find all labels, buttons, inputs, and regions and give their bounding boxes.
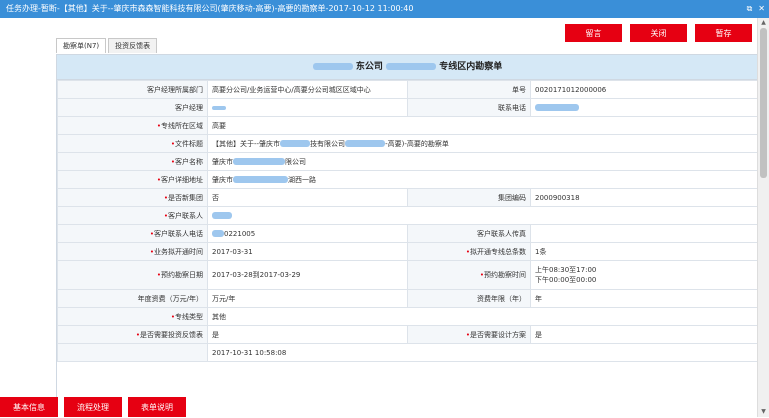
survey-date-value: 2017-03-28到2017-03-29 bbox=[207, 260, 408, 290]
table-row: •专线所在区域 高要 bbox=[57, 116, 758, 135]
redacted-text bbox=[212, 212, 232, 219]
table-row: 客户经理所属部门 高要分公司/业务运营中心/高要分公司城区区域中心 单号 002… bbox=[57, 80, 758, 99]
new-group-label: •是否新集团 bbox=[57, 188, 208, 207]
customer-name-value: 肇庆市 限公司 bbox=[207, 152, 758, 171]
table-row: •预约勘察日期 2017-03-28到2017-03-29 •预约勘察时间 上午… bbox=[57, 260, 758, 290]
scroll-up-icon[interactable]: ▲ bbox=[758, 18, 769, 28]
vertical-scrollbar[interactable]: ▲ ▼ bbox=[757, 18, 769, 417]
redacted-text bbox=[312, 63, 353, 70]
line-type-label: •专线类型 bbox=[57, 307, 208, 326]
need-design-value: 是 bbox=[530, 325, 758, 344]
table-row: •客户详细地址 肇庆市 湖西一路 bbox=[57, 170, 758, 189]
manager-value bbox=[207, 98, 408, 117]
survey-time-label: •预约勘察时间 bbox=[407, 260, 531, 290]
window-title: 任务办理-暂断-【其他】关于--肇庆市森森智能科技有限公司(肇庆移动-高要)-高… bbox=[6, 4, 414, 13]
area-value: 高要 bbox=[207, 116, 758, 135]
phone-label: 联系电话 bbox=[407, 98, 531, 117]
dept-label: 客户经理所属部门 bbox=[57, 80, 208, 99]
table-row: 年度资费（万元/年） 万元/年 资费年限（年） 年 bbox=[57, 289, 758, 308]
fee-years-value: 年 bbox=[530, 289, 758, 308]
manager-label: 客户经理 bbox=[57, 98, 208, 117]
survey-date-label: •预约勘察日期 bbox=[57, 260, 208, 290]
need-invest-value: 是 bbox=[207, 325, 408, 344]
customer-name-label: •客户名称 bbox=[57, 152, 208, 171]
restore-icon[interactable]: ⧉ bbox=[747, 0, 753, 18]
close-button[interactable]: 关闭 bbox=[630, 24, 687, 42]
new-group-value: 否 bbox=[207, 188, 408, 207]
table-row: 客户经理 联系电话 bbox=[57, 98, 758, 117]
open-time-value: 2017-03-31 bbox=[207, 242, 408, 261]
bottom-action-bar: 基本信息 流程处理 表单说明 bbox=[0, 397, 186, 417]
file-title-value: 【其他】关于--肇庆市 技有限公司 -高要)-高要的勘察单 bbox=[207, 134, 758, 153]
line-count-label: •拟开通专线总条数 bbox=[407, 242, 531, 261]
table-row: •专线类型 其他 bbox=[57, 307, 758, 326]
line-count-value: 1条 bbox=[530, 242, 758, 261]
redacted-text bbox=[212, 105, 226, 110]
line-type-value: 其他 bbox=[207, 307, 758, 326]
form-help-button[interactable]: 表单说明 bbox=[128, 397, 186, 417]
group-code-value: 2000900318 bbox=[530, 188, 758, 207]
basic-info-button[interactable]: 基本信息 bbox=[0, 397, 58, 417]
scrollbar-thumb[interactable] bbox=[760, 28, 767, 178]
annual-fee-value: 万元/年 bbox=[207, 289, 408, 308]
contact-phone-value: 0221005 bbox=[207, 224, 408, 243]
form-panel: 东公司 专线区内勘察单 客户经理所属部门 高要分公司/业务运营中心/高要分公司城… bbox=[56, 54, 759, 417]
leave-message-button[interactable]: 留言 bbox=[565, 24, 622, 42]
redacted-text bbox=[386, 63, 437, 70]
table-row: •客户联系人电话 0221005 客户联系人传真 bbox=[57, 224, 758, 243]
fee-years-label: 资费年限（年） bbox=[407, 289, 531, 308]
file-title-label: •文件标题 bbox=[57, 134, 208, 153]
phone-value bbox=[530, 98, 758, 117]
contact-value bbox=[207, 206, 758, 225]
table-row: •是否新集团 否 集团编码 2000900318 bbox=[57, 188, 758, 207]
table-row: •客户联系人 bbox=[57, 206, 758, 225]
survey-form-table: 客户经理所属部门 高要分公司/业务运营中心/高要分公司城区区域中心 单号 002… bbox=[57, 80, 758, 362]
survey-time-value: 上午08:30至17:00 下午00:00至00:00 bbox=[530, 260, 758, 290]
table-row: •文件标题 【其他】关于--肇庆市 技有限公司 -高要)-高要的勘察单 bbox=[57, 134, 758, 153]
group-code-label: 集团编码 bbox=[407, 188, 531, 207]
table-row: •是否需要投资反馈表 是 •是否需要设计方案 是 bbox=[57, 325, 758, 344]
save-draft-button[interactable]: 暂存 bbox=[695, 24, 752, 42]
table-row: 2017-10-31 10:58:08 bbox=[57, 343, 758, 362]
process-button[interactable]: 流程处理 bbox=[64, 397, 122, 417]
annual-fee-label: 年度资费（万元/年） bbox=[57, 289, 208, 308]
time-value: 2017-10-31 10:58:08 bbox=[207, 343, 758, 362]
close-window-icon[interactable]: ✕ bbox=[758, 0, 765, 18]
dept-value: 高要分公司/业务运营中心/高要分公司城区区域中心 bbox=[207, 80, 408, 99]
scroll-down-icon[interactable]: ▼ bbox=[758, 407, 769, 417]
redacted-text bbox=[535, 104, 579, 111]
contact-label: •客户联系人 bbox=[57, 206, 208, 225]
table-row: •业务拟开通时间 2017-03-31 •拟开通专线总条数 1条 bbox=[57, 242, 758, 261]
tab-bar: 勘察单(N7) 投资反馈表 bbox=[56, 38, 159, 54]
need-design-label: •是否需要设计方案 bbox=[407, 325, 531, 344]
area-label: •专线所在区域 bbox=[57, 116, 208, 135]
contact-phone-label: •客户联系人电话 bbox=[57, 224, 208, 243]
time-label bbox=[57, 343, 208, 362]
customer-addr-value: 肇庆市 湖西一路 bbox=[207, 170, 758, 189]
tab-survey-form[interactable]: 勘察单(N7) bbox=[56, 38, 107, 53]
order-no-label: 单号 bbox=[407, 80, 531, 99]
contact-fax-value bbox=[530, 224, 758, 243]
order-no-value: 0020171012000006 bbox=[530, 80, 758, 99]
customer-addr-label: •客户详细地址 bbox=[57, 170, 208, 189]
need-invest-label: •是否需要投资反馈表 bbox=[57, 325, 208, 344]
contact-fax-label: 客户联系人传真 bbox=[407, 224, 531, 243]
form-title-left: 东公司 bbox=[355, 62, 383, 72]
form-title: 东公司 专线区内勘察单 bbox=[57, 55, 758, 80]
window-controls: ⧉ ✕ bbox=[747, 0, 765, 18]
form-title-right: 专线区内勘察单 bbox=[439, 62, 503, 72]
open-time-label: •业务拟开通时间 bbox=[57, 242, 208, 261]
tab-investment-feedback[interactable]: 投资反馈表 bbox=[108, 38, 158, 53]
table-row: •客户名称 肇庆市 限公司 bbox=[57, 152, 758, 171]
window-titlebar: 任务办理-暂断-【其他】关于--肇庆市森森智能科技有限公司(肇庆移动-高要)-高… bbox=[0, 0, 769, 18]
